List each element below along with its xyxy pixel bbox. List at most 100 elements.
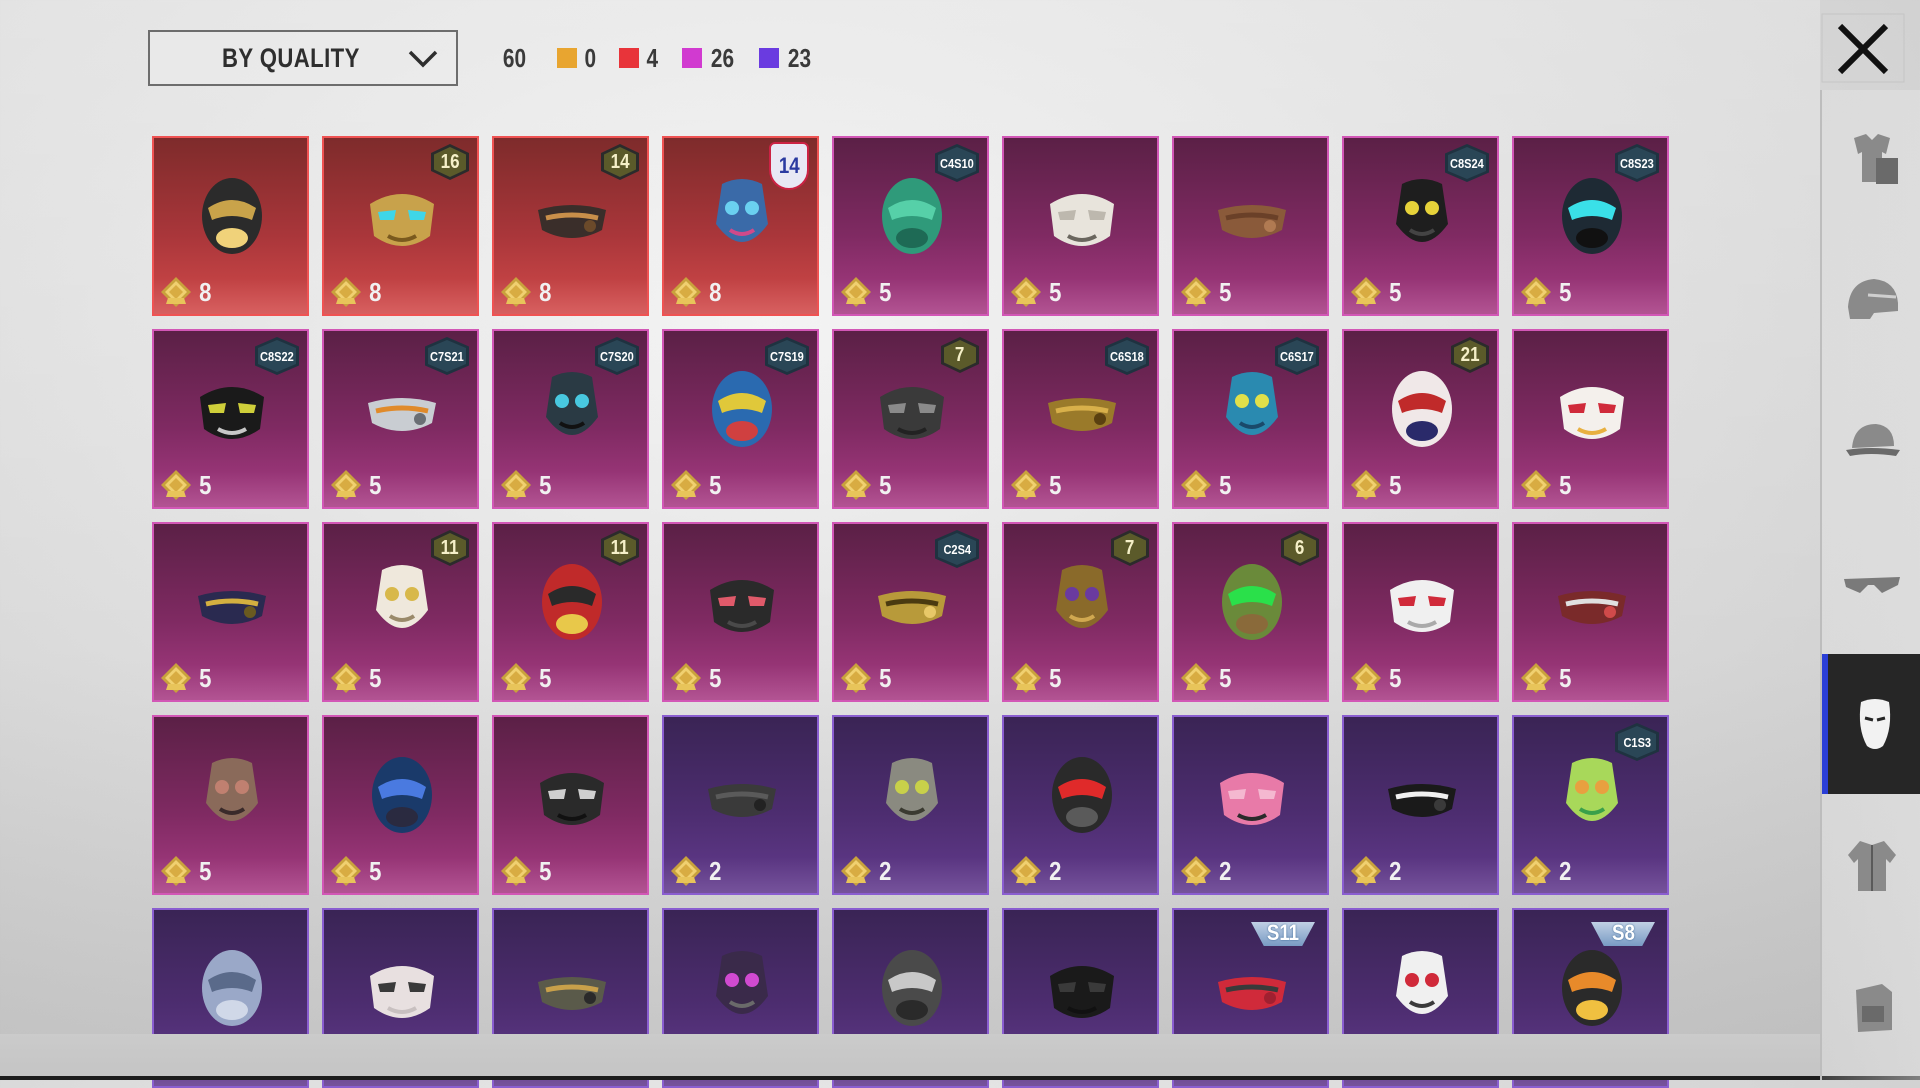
sort-dropdown[interactable]: BY QUALITY	[148, 30, 458, 86]
item-card-mask-kitsune[interactable]: 5	[1512, 329, 1669, 509]
skull-bandana-icon	[1558, 591, 1626, 624]
item-card-mask-hockey[interactable]: 2	[832, 715, 989, 895]
badge-text: C8S23	[1620, 155, 1654, 171]
sidebar-item-cap[interactable]	[1822, 372, 1920, 512]
coin-icon	[331, 277, 361, 307]
item-price: 8	[500, 276, 552, 308]
item-card-mask-white-gold-shard[interactable]: 5 11	[322, 522, 479, 702]
coin-icon	[1351, 470, 1381, 500]
item-card-mask-skull-helmet[interactable]: 8	[152, 136, 309, 316]
item-card-mask-gold-gas[interactable]: 5 C2S4	[832, 522, 989, 702]
item-card-mask-headset-wire[interactable]: 57	[832, 329, 989, 509]
season-badge: C8S24	[1445, 144, 1489, 182]
white-skull-mask-icon	[370, 966, 434, 1018]
price-value: 5	[539, 662, 552, 693]
item-card-mask-gold-claws[interactable]: 5 C6S18	[1002, 329, 1159, 509]
badge-text: C8S22	[260, 348, 294, 364]
price-value: 2	[1219, 855, 1232, 886]
item-card-mask-black-respirator[interactable]: 5 C8S22	[152, 329, 309, 509]
coin-icon	[1351, 856, 1381, 886]
price-value: 5	[1559, 469, 1572, 500]
coin-icon	[1011, 856, 1041, 886]
sidebar-item-outfit[interactable]	[1822, 90, 1920, 230]
glasses-icon	[1844, 577, 1900, 593]
badge-text: 16	[440, 150, 460, 173]
item-card-mask-gold-face-guard[interactable]: 8 14	[492, 136, 649, 316]
season-badge: C1S3	[1615, 723, 1659, 761]
price-value: 8	[369, 276, 382, 307]
season-badge: 21	[1451, 337, 1489, 373]
item-card-mask-cactus-bandana[interactable]: 2 C1S3	[1512, 715, 1669, 895]
heart-eye-mask-icon	[1390, 580, 1454, 632]
item-card-mask-gold-visor[interactable]: 5	[152, 522, 309, 702]
coin-icon	[1521, 663, 1551, 693]
coin-icon	[331, 470, 361, 500]
price-value: 5	[369, 855, 382, 886]
pink-dino-mask-icon	[1220, 773, 1284, 825]
badge-text: C7S19	[770, 348, 804, 364]
item-price: 5	[330, 855, 382, 887]
price-value: 5	[1389, 276, 1402, 307]
item-card-mask-cyan-black[interactable]: 5 C7S20	[492, 329, 649, 509]
item-card-mask-plague-doctor[interactable]: 5	[152, 715, 309, 895]
season-badge: 7	[941, 337, 979, 373]
count-epic: 26	[681, 43, 737, 74]
item-card-mask-yellow-fangs[interactable]: 5 C8S24	[1342, 136, 1499, 316]
item-price: 5	[160, 469, 212, 501]
item-card-mask-blue-robot-helmet[interactable]: 8 14	[662, 136, 819, 316]
item-card-mask-gold-purple-tribal[interactable]: 57	[1002, 522, 1159, 702]
item-card-mask-clown-grin[interactable]: 5 21	[1342, 329, 1499, 509]
item-card-mask-green-face[interactable]: 5 C4S10	[832, 136, 989, 316]
item-card-mask-tiki-sunglasses[interactable]: 56	[1172, 522, 1329, 702]
item-price: 5	[500, 855, 552, 887]
item-card-mask-glasses-face[interactable]: 5	[662, 522, 819, 702]
item-card-mask-red-oni[interactable]: 5 11	[492, 522, 649, 702]
sidebar-item-mask[interactable]	[1822, 654, 1920, 794]
coin-icon	[671, 856, 701, 886]
badge-text: 7	[1125, 536, 1135, 559]
coin-icon	[161, 277, 191, 307]
coin-icon	[1181, 470, 1211, 500]
item-card-mask-heart-eye[interactable]: 5	[1342, 522, 1499, 702]
sidebar-item-jacket[interactable]	[1822, 795, 1920, 935]
item-card-mask-cyan-neon[interactable]: 5 C8S23	[1512, 136, 1669, 316]
skull-scarf-icon	[540, 773, 604, 825]
coin-icon	[671, 277, 701, 307]
item-price: 5	[160, 855, 212, 887]
item-card-mask-red-eye-visor[interactable]: 2	[1002, 715, 1159, 895]
price-value: 8	[709, 276, 722, 307]
plague-doctor-mask-icon	[206, 758, 258, 821]
badge-text: C1S3	[1623, 734, 1651, 750]
badge-text: 6	[1295, 536, 1305, 559]
item-card-mask-white-tech[interactable]: 5 C7S21	[322, 329, 479, 509]
epic-swatch	[681, 48, 702, 68]
item-card-mask-brown-bandana[interactable]: 5	[1172, 136, 1329, 316]
item-card-mask-pink-dino[interactable]: 2	[1172, 715, 1329, 895]
item-card-mask-cat[interactable]: 5	[1002, 136, 1159, 316]
item-price: 5	[1520, 276, 1572, 308]
sidebar-item-helmet[interactable]	[1822, 231, 1920, 371]
mythic-swatch	[619, 48, 640, 68]
season-badge: 6	[1281, 530, 1319, 566]
sidebar-item-backpack[interactable]	[1822, 936, 1920, 1076]
item-card-mask-skull-scarf[interactable]: 5	[492, 715, 649, 895]
season-badge: S11	[1251, 916, 1315, 950]
item-card-mask-teeth-cloth[interactable]: 2	[1342, 715, 1499, 895]
pink-gas-mask-icon	[716, 951, 768, 1014]
item-card-mask-teal-pattern[interactable]: 5 C6S17	[1172, 329, 1329, 509]
item-card-mask-skull-bandana[interactable]: 5	[1512, 522, 1669, 702]
coin-icon	[841, 663, 871, 693]
item-card-mask-black-cloth[interactable]: 2	[662, 715, 819, 895]
sidebar-item-glasses[interactable]	[1822, 513, 1920, 653]
kitsune-mask-icon	[1560, 387, 1624, 439]
coin-icon	[1521, 277, 1551, 307]
coin-icon	[841, 470, 871, 500]
badge-text: C2S4	[943, 541, 971, 557]
item-card-mask-gold-cyan-helmet[interactable]: 8 16	[322, 136, 479, 316]
item-card-mask-galaxy-helmet[interactable]: 5	[322, 715, 479, 895]
item-card-mask-graffiti[interactable]: 5 C7S19	[662, 329, 819, 509]
coin-icon	[841, 856, 871, 886]
close-button[interactable]	[1820, 10, 1906, 86]
badge-text: 14	[778, 153, 800, 178]
cap-icon	[1846, 424, 1900, 456]
